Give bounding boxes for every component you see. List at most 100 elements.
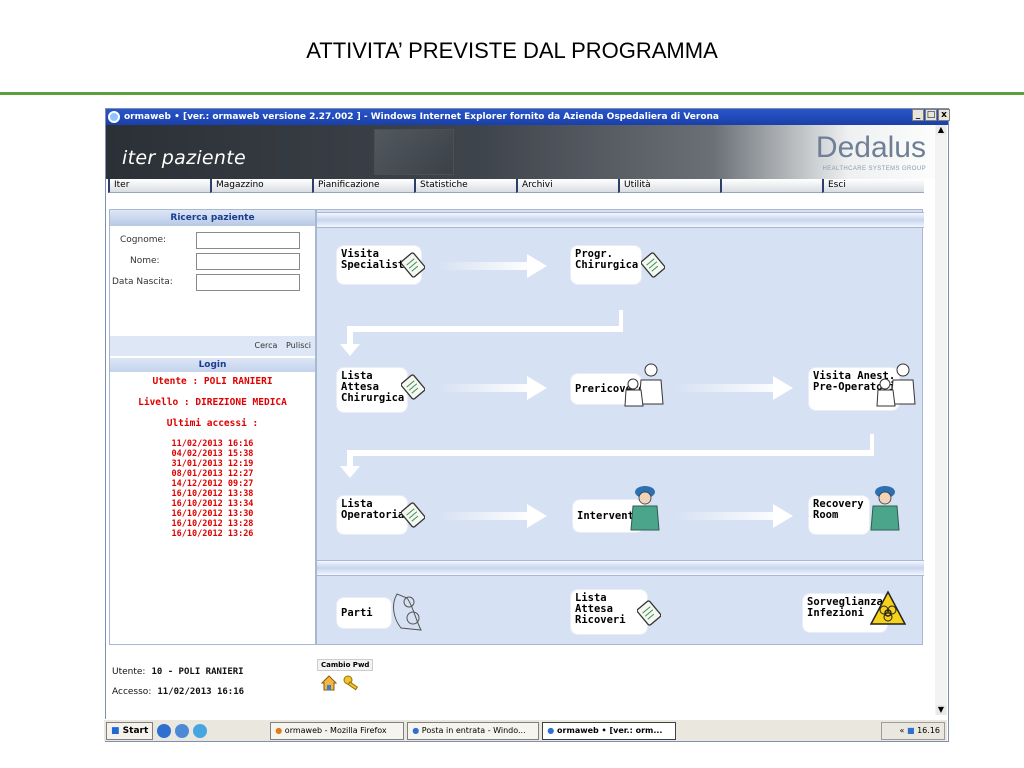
ie-icon: ● [412,725,420,735]
session-user-value: 10 - POLI RANIERI [151,667,244,677]
menu-item-magazzino[interactable]: Magazzino [210,179,312,193]
cerca-button[interactable]: Cerca [255,341,278,350]
workflow-panel: Visita Specialistica Progr. Chirurgica L… [316,209,924,645]
clipboard-icon [401,502,425,528]
ultimi-accessi-label: Ultimi accessi : [166,418,259,429]
nome-row: Nome: [110,251,315,272]
menu-item-statistiche[interactable]: Statistiche [414,179,516,193]
accesso-item: 16/10/2012 13:38 [171,489,254,499]
window-controls: _ □ x [912,109,950,121]
menu-item-empty[interactable] [720,179,822,193]
home-icon[interactable] [321,675,337,691]
scroll-down-icon[interactable]: ▼ [936,705,946,715]
progr-chirurgica-node[interactable]: Progr. Chirurgica [571,246,641,284]
accesso-item: 31/01/2013 12:19 [171,459,254,469]
menu-item-iter[interactable]: Iter [108,179,210,193]
arrow-right-icon [437,376,547,400]
ie-quicklaunch-icon[interactable] [157,723,172,738]
accesso-item: 16/10/2012 13:30 [171,509,254,519]
task-ormaweb[interactable]: ● ormaweb • [ver.: orm... [542,721,677,740]
parti-node[interactable]: Parti [337,598,391,628]
accesso-item: 14/12/2012 09:27 [171,479,254,489]
ie-icon: ● [547,725,555,735]
firefox-icon: ● [275,725,283,735]
clipboard-icon [401,252,425,278]
close-button[interactable]: x [938,109,950,121]
lista-attesa-chirurgica-node[interactable]: Lista Attesa Chirurgica [337,368,407,412]
desktop-quicklaunch-icon[interactable] [193,723,208,738]
session-access-label: Accesso: [112,687,152,697]
cognome-label: Cognome: [120,235,167,245]
arrow-right-icon [673,376,793,400]
header-photo [374,129,454,175]
cambio-pwd-label: Cambio Pwd [317,659,374,671]
accesso-item: 16/10/2012 13:26 [171,529,254,539]
surgeon-icon [630,486,660,531]
scroll-up-icon[interactable]: ▲ [936,125,946,135]
session-user-label: Utente: [112,667,146,677]
dedalus-logo: Dedalus [815,131,926,164]
lista-operatoria-node[interactable]: Lista Operatoria [337,496,407,534]
search-actions: Cerca Pulisci [110,336,315,356]
nome-input[interactable] [196,253,300,270]
session-user-row: Utente: 10 - POLI RANIERI [112,667,244,677]
start-label: Start [122,725,149,736]
arrow-down-icon [340,434,874,478]
mother-baby-icon [393,593,422,631]
network-icon[interactable]: ■ [907,726,915,735]
window-scrollbar[interactable]: ▲ ▼ [935,125,947,715]
clipboard-icon [401,374,425,400]
browser-window: ormaweb • [ver.: ormaweb versione 2.27.0… [105,108,949,742]
window-title: ormaweb • [ver.: ormaweb versione 2.27.0… [124,112,719,122]
left-panel: Ricerca paziente Cognome: Nome: Data Nas… [109,209,316,645]
lista-attesa-ricoveri-node[interactable]: Lista Attesa Ricoveri [571,590,647,634]
minimize-button[interactable]: _ [912,109,924,121]
arrow-right-icon [437,504,547,528]
internet-explorer-icon [108,111,120,123]
search-heading: Ricerca paziente [110,210,315,226]
outlook-quicklaunch-icon[interactable] [175,723,190,738]
login-livello: Livello : DIREZIONE MEDICA [138,397,287,408]
windows-taskbar: ■ Start ● ormaweb - Mozilla Firefox ● Po… [104,719,947,741]
logo-subtitle: HEALTHCARE SYSTEMS GROUP [822,166,926,172]
start-button[interactable]: ■ Start [106,721,154,740]
data-nascita-input[interactable] [196,274,300,291]
main-menu: Iter Magazzino Pianificazione Statistich… [108,179,924,193]
arrow-right-icon [673,504,793,528]
app-header: iter paziente Dedalus HEALTHCARE SYSTEMS… [106,125,948,179]
window-titlebar[interactable]: ormaweb • [ver.: ormaweb versione 2.27.0… [106,109,948,125]
cognome-row: Cognome: [110,230,315,251]
surgeon-icon [870,486,900,531]
slide-divider [0,92,1024,95]
app-name: iter paziente [122,147,246,169]
slide-title: ATTIVITA’ PREVISTE DAL PROGRAMMA [306,38,718,63]
login-heading: Login [110,358,315,372]
pulisci-button[interactable]: Pulisci [286,341,311,350]
doctor-patient-icon [876,363,916,407]
accesso-item: 16/10/2012 13:34 [171,499,254,509]
data-nascita-label: Data Nascita: [112,277,173,287]
accessi-list: 11/02/2013 16:16 04/02/2013 15:38 31/01/… [110,439,315,539]
cognome-input[interactable] [196,232,300,249]
doctor-patient-icon [624,363,664,407]
tray-expand-icon[interactable]: « [900,726,905,735]
key-icon[interactable] [343,675,361,691]
accesso-item: 16/10/2012 13:28 [171,519,254,529]
session-access-value: 11/02/2013 16:16 [157,687,245,697]
recovery-room-node[interactable]: Recovery Room [809,496,869,534]
biohazard-icon [869,590,907,625]
data-nascita-row: Data Nascita: [110,272,315,293]
menu-item-esci[interactable]: Esci [822,179,924,193]
session-access-row: Accesso: 11/02/2013 16:16 [112,687,244,697]
accesso-item: 08/01/2013 12:27 [171,469,254,479]
menu-item-pianificazione[interactable]: Pianificazione [312,179,414,193]
clock: 16.16 [917,726,940,735]
clipboard-icon [637,600,661,626]
task-firefox[interactable]: ● ormaweb - Mozilla Firefox [270,721,405,740]
task-posta[interactable]: ● Posta in entrata - Windo... [407,721,540,740]
session-info: Utente: 10 - POLI RANIERI Accesso: 11/02/2… [109,649,379,709]
menu-item-archivi[interactable]: Archivi [516,179,618,193]
maximize-button[interactable]: □ [925,109,937,121]
arrow-down-icon [340,310,623,356]
menu-item-utilita[interactable]: Utilità [618,179,720,193]
